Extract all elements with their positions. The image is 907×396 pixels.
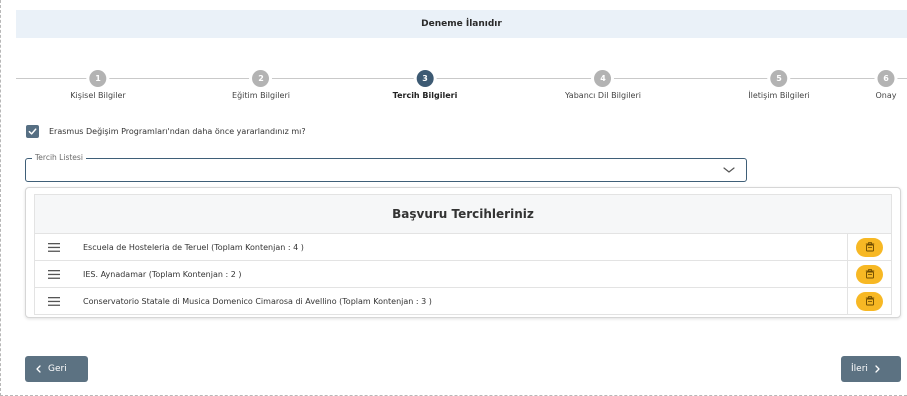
row-action-cell xyxy=(847,288,891,314)
drag-handle[interactable] xyxy=(35,261,73,287)
preferences-title: Başvuru Tercihleriniz xyxy=(392,207,534,221)
erasmus-question-label: Erasmus Değişim Programları'ndan daha ön… xyxy=(49,127,306,136)
row-action-cell xyxy=(847,234,891,260)
delete-preference-button[interactable] xyxy=(856,237,883,257)
next-button[interactable]: İleri xyxy=(841,356,901,382)
row-action-cell xyxy=(847,261,891,287)
preferences-panel: Başvuru Tercihleriniz Escuela de Hostele… xyxy=(25,187,901,318)
step-label: Yabancı Dil Bilgileri xyxy=(565,91,641,100)
chevron-left-icon xyxy=(36,365,41,373)
erasmus-checkbox[interactable] xyxy=(26,125,39,138)
back-button[interactable]: Geri xyxy=(25,356,88,382)
step-label: İletişim Bilgileri xyxy=(748,91,810,100)
step-number: 3 xyxy=(416,70,434,87)
page-title: Deneme İlanıdır xyxy=(421,19,502,29)
preference-text: Conservatorio Statale di Musica Domenico… xyxy=(83,296,432,306)
back-button-label: Geri xyxy=(48,364,67,374)
delete-preference-button[interactable] xyxy=(856,291,883,311)
trash-icon xyxy=(865,269,874,279)
trash-icon xyxy=(865,296,874,306)
step-education-info[interactable]: 2 Eğitim Bilgileri xyxy=(232,70,290,100)
preferences-header: Başvuru Tercihleriniz xyxy=(34,194,892,234)
step-number: 5 xyxy=(770,70,788,87)
chevron-down-icon xyxy=(723,167,735,173)
chevron-right-icon xyxy=(875,365,880,373)
step-label: Onay xyxy=(875,91,897,100)
step-label: Kişisel Bilgiler xyxy=(70,91,126,100)
preference-list-select[interactable]: Tercih Listesi xyxy=(25,153,747,182)
drag-handle[interactable] xyxy=(35,288,73,314)
next-button-label: İleri xyxy=(851,364,868,374)
step-foreign-language-info[interactable]: 4 Yabancı Dil Bilgileri xyxy=(565,70,641,100)
erasmus-question-row: Erasmus Değişim Programları'ndan daha ön… xyxy=(26,125,306,138)
preference-list-legend: Tercih Listesi xyxy=(32,153,86,162)
step-number: 2 xyxy=(252,70,270,87)
wizard-stepper: 1 Kişisel Bilgiler 2 Eğitim Bilgileri 3 … xyxy=(0,70,907,110)
table-row: Conservatorio Statale di Musica Domenico… xyxy=(34,288,892,315)
step-label: Eğitim Bilgileri xyxy=(232,91,290,100)
drag-handle[interactable] xyxy=(35,234,73,260)
drag-handle-icon xyxy=(48,242,60,252)
drag-handle-icon xyxy=(48,269,60,279)
preference-text: IES. Aynadamar (Toplam Kontenjan : 2 ) xyxy=(83,269,242,279)
drag-handle-icon xyxy=(48,296,60,306)
checkmark-icon xyxy=(28,128,37,135)
preference-text: Escuela de Hosteleria de Teruel (Toplam … xyxy=(83,242,304,252)
step-contact-info[interactable]: 5 İletişim Bilgileri xyxy=(748,70,810,100)
step-number: 6 xyxy=(877,70,895,87)
delete-preference-button[interactable] xyxy=(856,264,883,284)
step-label: Tercih Bilgileri xyxy=(392,91,458,100)
step-preference-info[interactable]: 3 Tercih Bilgileri xyxy=(392,70,458,100)
preferences-table: Başvuru Tercihleriniz Escuela de Hostele… xyxy=(34,194,892,315)
step-number: 1 xyxy=(89,70,107,87)
step-personal-info[interactable]: 1 Kişisel Bilgiler xyxy=(70,70,126,100)
step-approval[interactable]: 6 Onay xyxy=(875,70,897,100)
table-row: Escuela de Hosteleria de Teruel (Toplam … xyxy=(34,234,892,261)
page-title-bar: Deneme İlanıdır xyxy=(16,10,907,38)
step-number: 4 xyxy=(594,70,612,87)
trash-icon xyxy=(865,242,874,252)
table-row: IES. Aynadamar (Toplam Kontenjan : 2 ) xyxy=(34,261,892,288)
